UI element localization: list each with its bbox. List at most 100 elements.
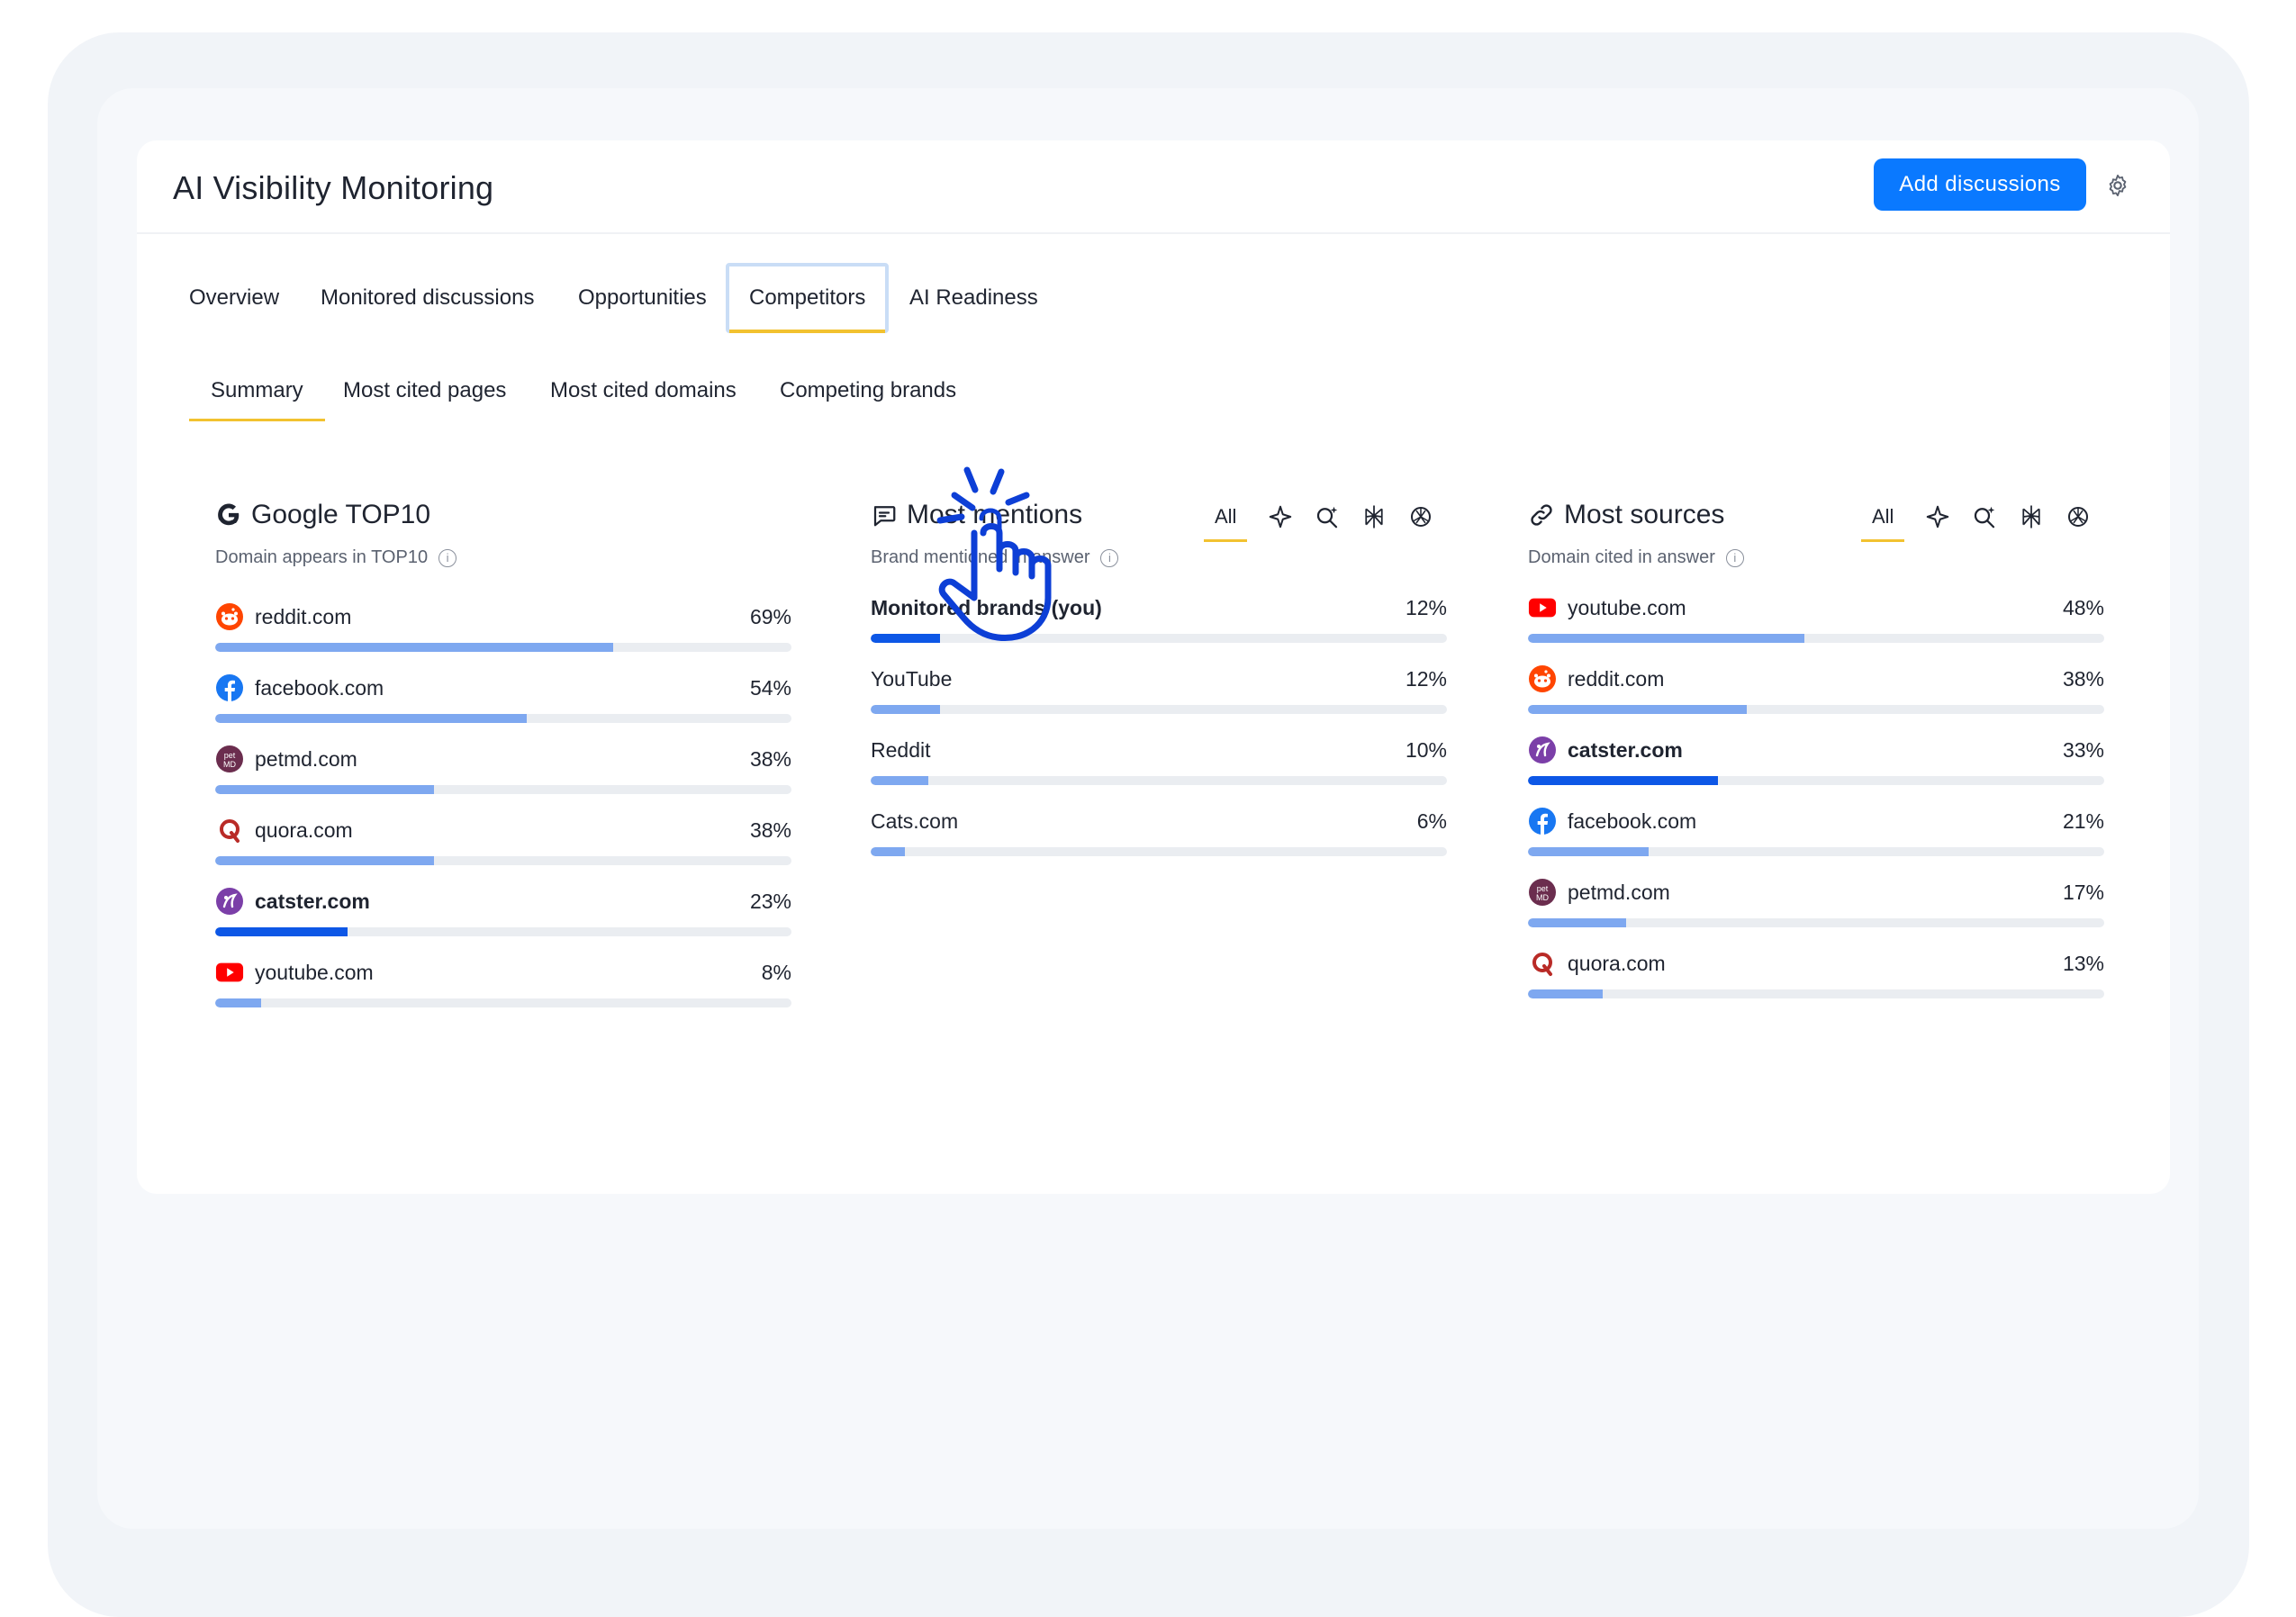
progress-bar-fill <box>1528 918 1626 927</box>
list-item[interactable]: pet MD petmd.com 38% <box>215 744 791 815</box>
info-icon[interactable]: i <box>1100 548 1119 567</box>
row-label-text: petmd.com <box>255 746 357 771</box>
list-item[interactable]: facebook.com 54% <box>215 673 791 744</box>
progress-bar-track <box>1528 634 2104 643</box>
progress-bar-fill <box>871 705 940 714</box>
list-item[interactable]: Reddit 10% <box>871 735 1447 806</box>
row-label-text: quora.com <box>255 818 353 842</box>
progress-bar-fill <box>215 714 527 723</box>
progress-bar-fill <box>1528 847 1650 856</box>
row-label: reddit.com <box>215 601 351 632</box>
row-label-text: Reddit <box>871 737 931 762</box>
row-label: catster.com <box>215 886 370 917</box>
sources-filters: All <box>1861 497 2092 542</box>
progress-bar-track <box>215 785 791 794</box>
tab-overview[interactable]: Overview <box>189 263 279 333</box>
tab-opportunities[interactable]: Opportunities <box>578 263 707 333</box>
most-sources-subtitle-text: Domain cited in answer <box>1528 547 1715 567</box>
list-item[interactable]: youtube.com 48% <box>1528 592 2104 664</box>
progress-bar-track <box>1528 918 2104 927</box>
info-icon[interactable]: i <box>1725 548 1744 567</box>
row-percentage: 38% <box>2062 667 2104 691</box>
list-item[interactable]: YouTube 12% <box>871 664 1447 735</box>
youtube-icon <box>215 958 244 987</box>
row-percentage: 12% <box>1405 596 1447 619</box>
gear-icon[interactable] <box>2105 173 2130 198</box>
row-label: Reddit <box>871 735 930 765</box>
list-item[interactable]: quora.com 38% <box>215 815 791 886</box>
row-label: youtube.com <box>215 957 374 988</box>
google-top10-rows: reddit.com 69% facebook.com 54% pet MD petmd.c… <box>215 601 791 1028</box>
reddit-icon <box>1528 664 1557 693</box>
progress-bar-track <box>871 776 1447 785</box>
reddit-icon <box>215 602 244 631</box>
sparkle-icon[interactable] <box>1924 503 1951 530</box>
svg-text:MD: MD <box>223 760 236 769</box>
tab-ai-readiness[interactable]: AI Readiness <box>909 263 1038 333</box>
row-percentage: 17% <box>2062 881 2104 904</box>
row-label: facebook.com <box>215 673 384 703</box>
list-item[interactable]: youtube.com 8% <box>215 957 791 1028</box>
info-icon[interactable]: i <box>438 548 457 567</box>
progress-bar-track <box>215 927 791 936</box>
row-percentage: 54% <box>749 676 791 700</box>
filter-all[interactable]: All <box>1861 497 1905 542</box>
progress-bar-track <box>1528 847 2104 856</box>
google-top10-title: Google TOP10 <box>215 497 430 533</box>
row-label-text: youtube.com <box>1568 595 1686 619</box>
quora-icon <box>1528 949 1557 978</box>
list-item[interactable]: catster.com 33% <box>1528 735 2104 806</box>
list-item[interactable]: catster.com 23% <box>215 886 791 957</box>
row-percentage: 10% <box>1405 738 1447 762</box>
row-percentage: 8% <box>761 961 791 984</box>
list-item[interactable]: quora.com 13% <box>1528 948 2104 1019</box>
row-label-text: facebook.com <box>1568 808 1697 833</box>
progress-bar-fill <box>1528 776 1719 785</box>
sparkle-icon[interactable] <box>1267 503 1294 530</box>
subtab-most-cited-domains[interactable]: Most cited domains <box>550 366 737 416</box>
ai-search-icon[interactable] <box>1971 503 1998 530</box>
tab-monitored-discussions[interactable]: Monitored discussions <box>321 263 534 333</box>
row-label-text: petmd.com <box>1568 880 1670 904</box>
row-percentage: 12% <box>1405 667 1447 691</box>
row-percentage: 48% <box>2062 596 2104 619</box>
progress-bar-track <box>215 998 791 1007</box>
subtab-most-cited-pages[interactable]: Most cited pages <box>343 366 506 416</box>
perplexity-icon[interactable] <box>1360 503 1388 530</box>
svg-text:pet: pet <box>224 751 236 760</box>
list-item[interactable]: reddit.com 38% <box>1528 664 2104 735</box>
subtab-summary[interactable]: Summary <box>189 366 325 421</box>
progress-bar-fill <box>871 776 928 785</box>
progress-bar-track <box>871 705 1447 714</box>
row-label-text: youtube.com <box>255 960 374 984</box>
row-label: youtube.com <box>1528 592 1686 623</box>
row-label: facebook.com <box>1528 806 1696 836</box>
list-item[interactable]: facebook.com 21% <box>1528 806 2104 877</box>
ai-search-icon[interactable] <box>1314 503 1341 530</box>
list-item[interactable]: pet MD petmd.com 17% <box>1528 877 2104 948</box>
chat-bubble-icon <box>873 506 896 527</box>
progress-bar-track <box>1528 776 2104 785</box>
subtab-competing-brands[interactable]: Competing brands <box>780 366 956 416</box>
list-item[interactable]: reddit.com 69% <box>215 601 791 673</box>
tab-competitors[interactable]: Competitors <box>726 263 890 333</box>
row-percentage: 13% <box>2062 952 2104 975</box>
row-label: quora.com <box>1528 948 1666 979</box>
progress-bar-fill <box>1528 634 1805 643</box>
row-label: pet MD petmd.com <box>215 744 357 774</box>
facebook-icon <box>215 673 244 702</box>
progress-bar-fill <box>215 785 435 794</box>
svg-text:pet: pet <box>1537 884 1549 893</box>
petmd-icon: pet MD <box>1528 878 1557 907</box>
progress-bar-track <box>1528 989 2104 998</box>
filter-all[interactable]: All <box>1204 497 1248 542</box>
add-discussions-button[interactable]: Add discussions <box>1874 158 2086 211</box>
google-icon <box>218 503 240 526</box>
page-header: AI Visibility Monitoring Add discussions <box>137 140 2170 234</box>
list-item[interactable]: Cats.com 6% <box>871 806 1447 877</box>
chatgpt-icon[interactable] <box>2065 503 2092 530</box>
perplexity-icon[interactable] <box>2018 503 2045 530</box>
chatgpt-icon[interactable] <box>1407 503 1434 530</box>
row-label: pet MD petmd.com <box>1528 877 1670 908</box>
row-label-text: reddit.com <box>255 604 352 628</box>
